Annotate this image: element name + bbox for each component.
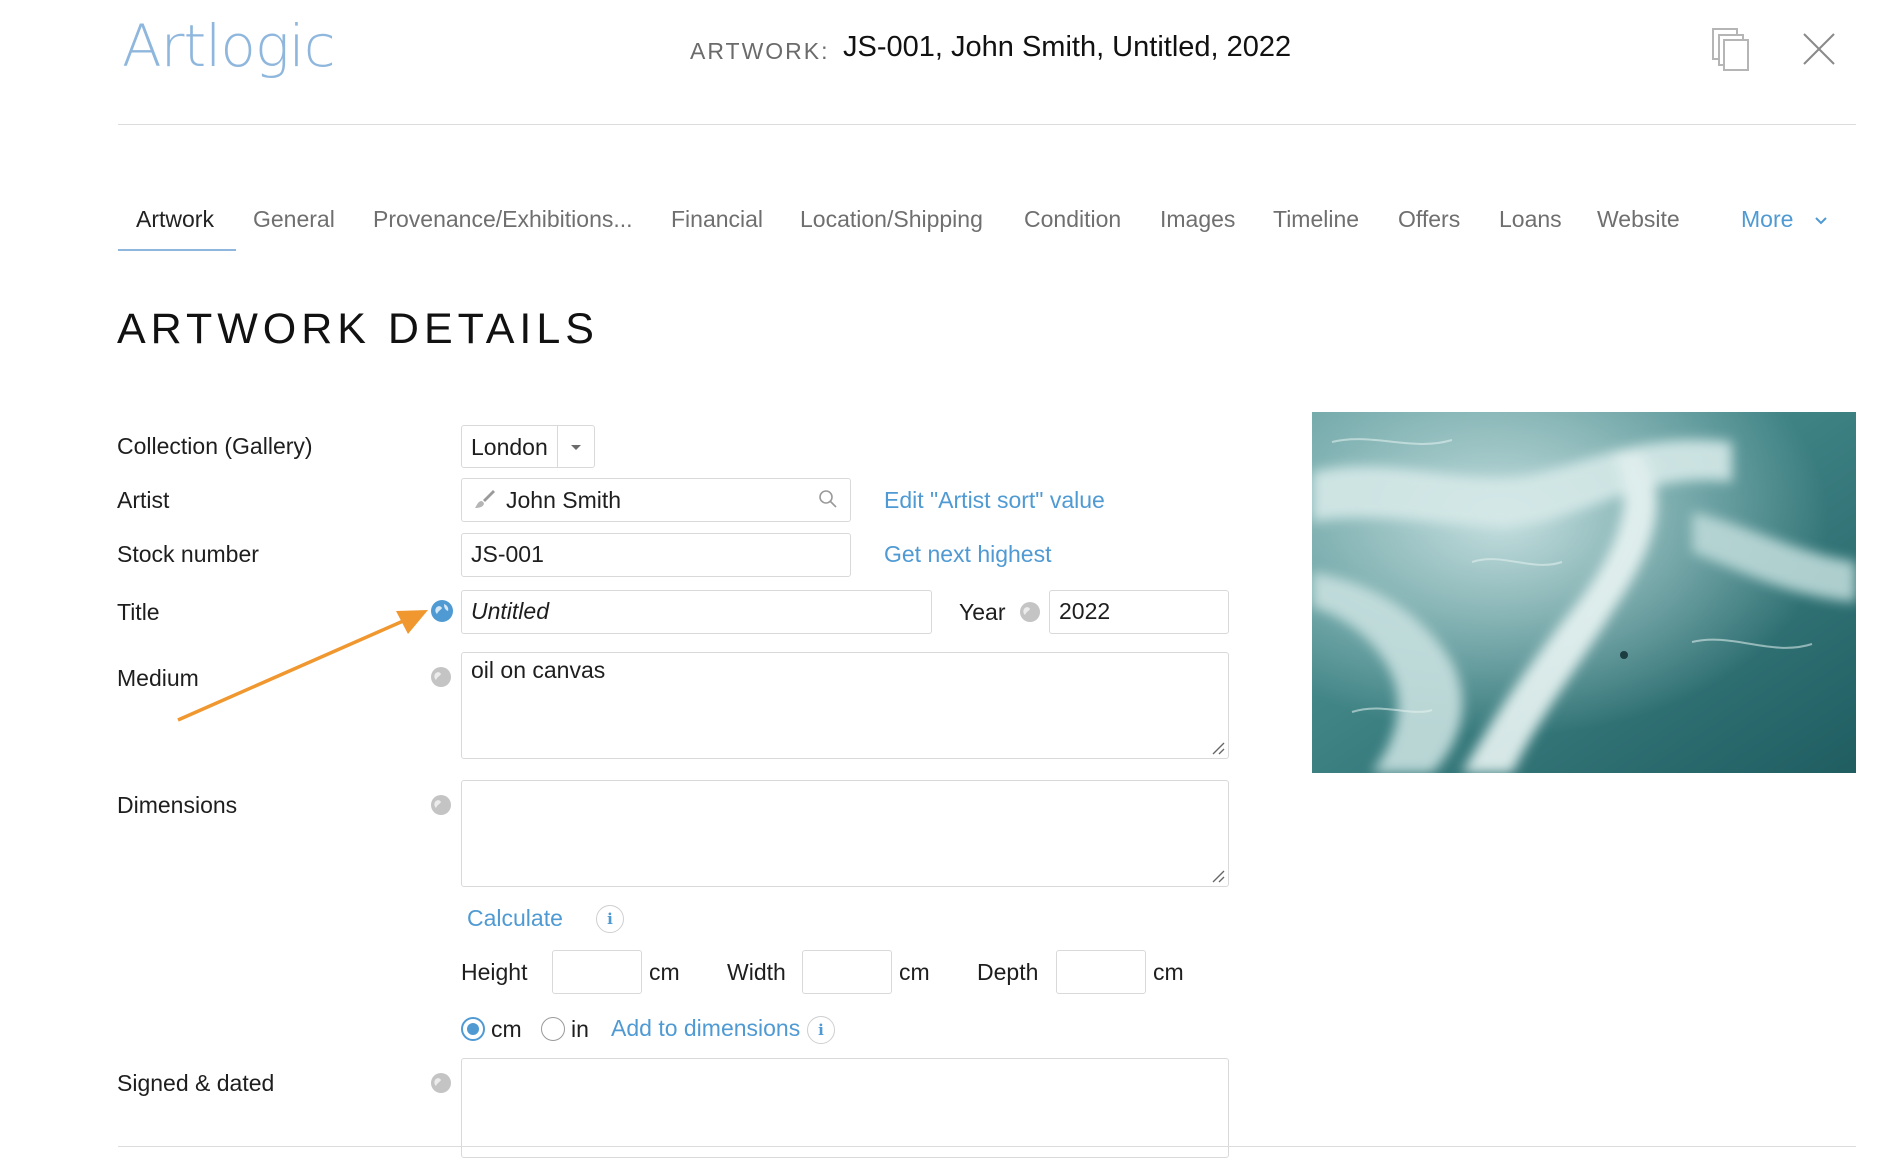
height-label: Height — [461, 959, 528, 985]
chevron-down-icon — [1815, 217, 1827, 225]
title-input[interactable]: Untitled — [461, 590, 932, 634]
record-type-label: ARTWORK: — [690, 38, 830, 64]
depth-label: Depth — [977, 959, 1039, 985]
collection-select[interactable]: London — [461, 425, 595, 468]
unit-in-label[interactable]: in — [571, 1016, 589, 1043]
tab-timeline[interactable]: Timeline — [1273, 206, 1359, 233]
depth-input[interactable] — [1056, 950, 1146, 994]
signed-dated-label: Signed & dated — [117, 1070, 275, 1096]
info-icon[interactable]: i — [596, 905, 624, 933]
tab-location-shipping[interactable]: Location/Shipping — [800, 206, 983, 233]
edit-artist-sort-link[interactable]: Edit "Artist sort" value — [884, 487, 1105, 514]
year-label: Year — [959, 599, 1006, 625]
tab-condition[interactable]: Condition — [1024, 206, 1121, 233]
duplicate-icon[interactable] — [1711, 27, 1749, 71]
globe-icon[interactable] — [430, 794, 452, 816]
caret-down-icon — [571, 445, 581, 450]
artist-input[interactable]: John Smith — [461, 478, 851, 522]
globe-icon[interactable] — [430, 1072, 452, 1094]
height-unit: cm — [649, 959, 680, 985]
bottom-divider — [118, 1146, 1856, 1147]
annotation-arrow-icon — [177, 610, 428, 722]
year-value: 2022 — [1059, 598, 1111, 624]
resize-handle-icon[interactable] — [1211, 741, 1225, 755]
tab-website[interactable]: Website — [1597, 206, 1680, 233]
signed-dated-textarea[interactable] — [461, 1058, 1229, 1158]
calculate-link[interactable]: Calculate — [467, 905, 563, 932]
paintbrush-icon — [475, 490, 495, 508]
height-input[interactable] — [552, 950, 642, 994]
unit-cm-radio[interactable] — [461, 1017, 485, 1041]
width-unit: cm — [899, 959, 930, 985]
header-divider — [118, 124, 1856, 125]
year-input[interactable]: 2022 — [1049, 590, 1229, 634]
depth-unit: cm — [1153, 959, 1184, 985]
tab-offers[interactable]: Offers — [1398, 206, 1460, 233]
dimensions-label: Dimensions — [117, 792, 238, 818]
info-icon[interactable]: i — [807, 1016, 835, 1044]
search-icon[interactable] — [818, 489, 838, 509]
title-label: Title — [117, 599, 160, 625]
unit-cm-label[interactable]: cm — [491, 1016, 522, 1043]
artwork-image[interactable] — [1312, 412, 1856, 773]
section-title: ARTWORK DETAILS — [117, 305, 599, 353]
tab-provenance-exhibitions[interactable]: Provenance/Exhibitions... — [373, 206, 633, 233]
active-tab-indicator — [118, 249, 236, 251]
artlogic-logo[interactable]: Artlogic — [122, 12, 336, 80]
dimensions-textarea[interactable] — [461, 780, 1229, 887]
collection-value: London — [471, 434, 548, 460]
title-value: Untitled — [471, 598, 549, 624]
tab-general[interactable]: General — [253, 206, 335, 233]
globe-icon[interactable] — [1019, 601, 1041, 623]
width-input[interactable] — [802, 950, 892, 994]
medium-value: oil on canvas — [471, 657, 606, 683]
unit-in-radio[interactable] — [541, 1017, 565, 1041]
width-label: Width — [727, 959, 786, 985]
record-title: JS-001, John Smith, Untitled, 2022 — [843, 31, 1292, 63]
tab-images[interactable]: Images — [1160, 206, 1235, 233]
collection-label: Collection (Gallery) — [117, 433, 313, 459]
artist-label: Artist — [117, 487, 170, 513]
get-next-highest-link[interactable]: Get next highest — [884, 541, 1052, 568]
close-icon[interactable] — [1802, 32, 1836, 66]
tab-artwork[interactable]: Artwork — [136, 206, 214, 233]
stock-number-label: Stock number — [117, 541, 259, 567]
artist-value: John Smith — [506, 487, 622, 513]
tab-loans[interactable]: Loans — [1499, 206, 1562, 233]
medium-textarea[interactable]: oil on canvas — [461, 652, 1229, 759]
resize-handle-icon[interactable] — [1211, 869, 1225, 883]
stock-number-input[interactable]: JS-001 — [461, 533, 851, 577]
tab-more[interactable]: More — [1741, 206, 1828, 233]
tab-more-label: More — [1741, 206, 1794, 232]
tab-financial[interactable]: Financial — [671, 206, 763, 233]
stock-number-value: JS-001 — [471, 541, 544, 567]
add-to-dimensions-link[interactable]: Add to dimensions — [611, 1015, 800, 1042]
